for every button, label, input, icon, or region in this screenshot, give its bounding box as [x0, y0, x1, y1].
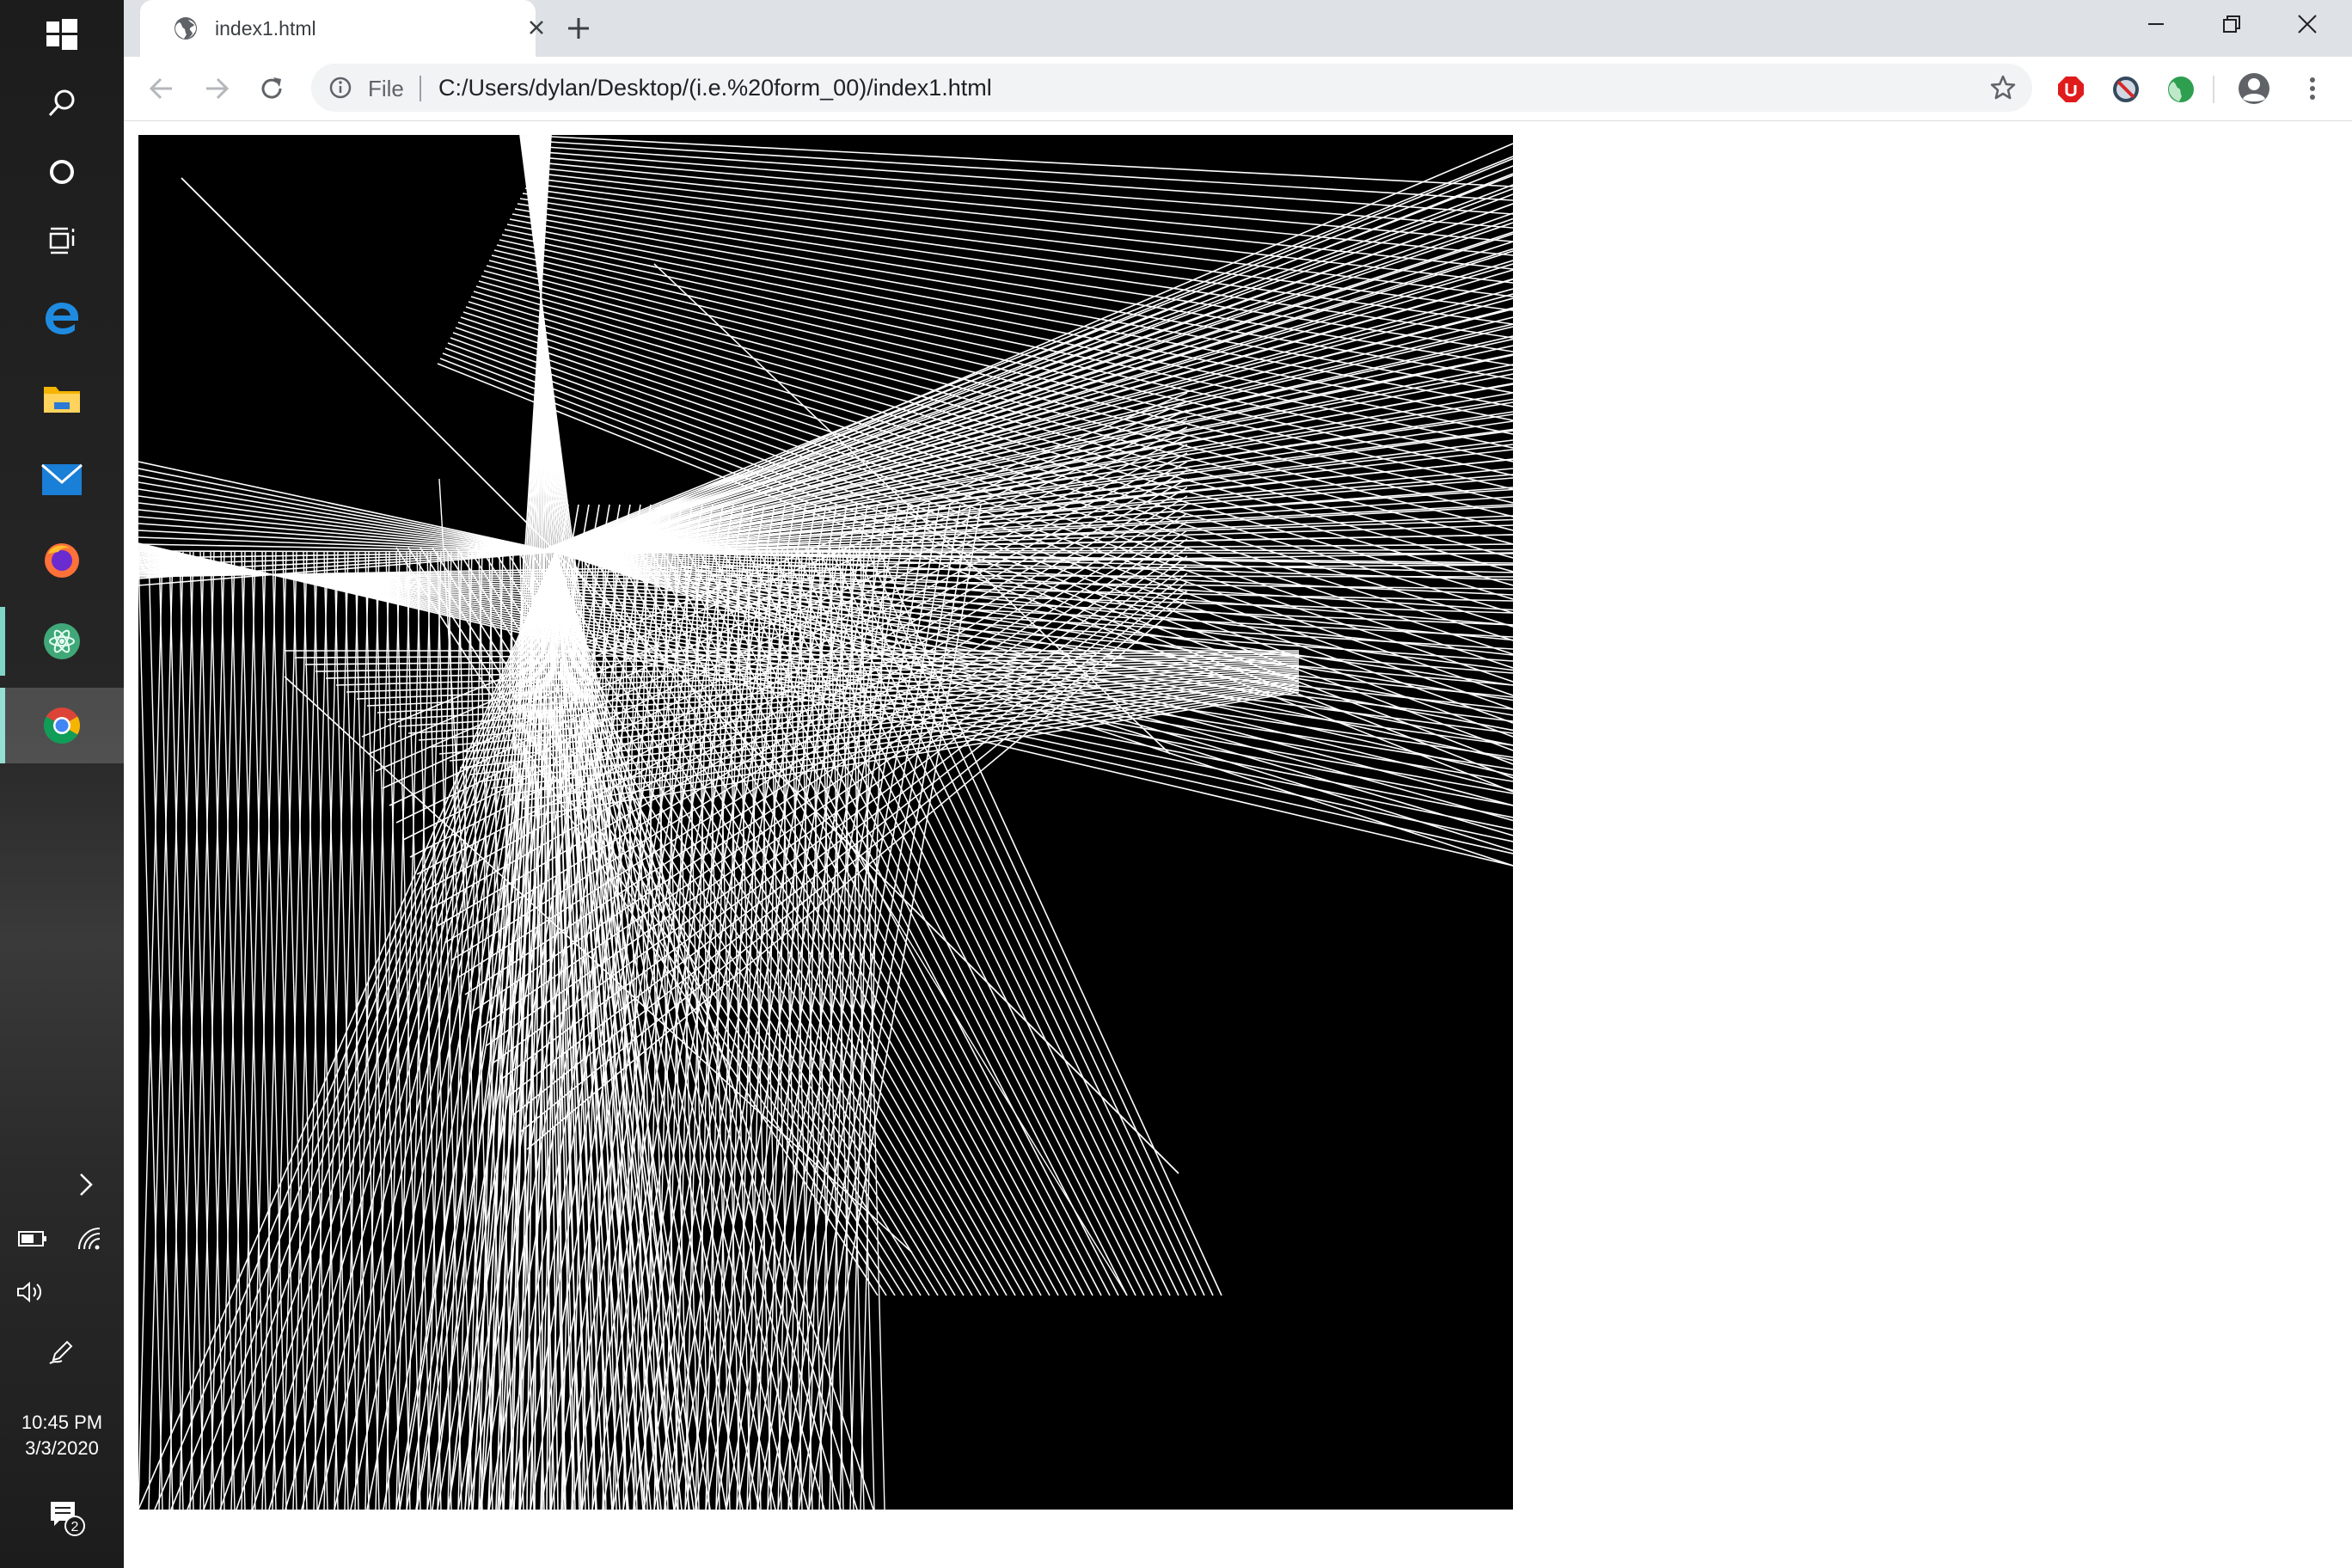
battery-button[interactable] [15, 1226, 50, 1252]
chrome-icon [43, 707, 81, 744]
edge-taskbar-button[interactable] [0, 284, 124, 352]
atom-icon [44, 623, 80, 659]
cortana-icon [50, 160, 74, 184]
adblock-stop-icon [2058, 77, 2084, 102]
file-explorer-taskbar-button[interactable] [0, 364, 124, 433]
chevron-up-icon [80, 1173, 93, 1196]
scheme-label[interactable]: File [368, 76, 404, 102]
tab-index1[interactable]: index1.html [140, 0, 543, 57]
windows-start-button[interactable] [0, 0, 124, 69]
cortana-button[interactable] [0, 138, 124, 206]
back-button[interactable] [143, 70, 181, 107]
volume-button[interactable] [14, 1277, 48, 1307]
close-window-button[interactable] [2269, 0, 2345, 48]
browser-toolbar: File C:/Users/dylan/Desktop/(i.e.%20form… [124, 57, 2352, 121]
clock-date: 3/3/2020 [25, 1437, 99, 1459]
mail-taskbar-button[interactable] [0, 445, 124, 514]
globe-extension-icon [2168, 77, 2194, 102]
show-hidden-icons-button[interactable] [69, 1167, 103, 1202]
blocker-extension-button[interactable] [2110, 73, 2142, 106]
info-icon[interactable] [328, 76, 352, 100]
forward-button[interactable] [198, 70, 236, 107]
address-bar[interactable]: File C:/Users/dylan/Desktop/(i.e.%20form… [311, 64, 2032, 112]
chrome-taskbar-button[interactable] [0, 688, 124, 763]
notification-icon: 2 [51, 1502, 85, 1536]
chrome-menu-button[interactable] [2299, 70, 2326, 107]
reload-icon [261, 77, 282, 99]
plus-icon [568, 18, 589, 39]
toolbar-divider [2213, 76, 2214, 103]
clock-time: 10:45 PM [21, 1412, 103, 1433]
globe-icon [175, 17, 197, 40]
close-window-icon [2298, 15, 2317, 34]
firefox-icon [45, 543, 79, 578]
adblock-extension-button[interactable] [2055, 73, 2087, 106]
mail-icon [41, 463, 83, 495]
page-viewport [124, 121, 2352, 1568]
tab-close-button[interactable] [521, 12, 552, 43]
bookmark-star-icon[interactable] [1989, 74, 2017, 101]
forward-arrow-icon [206, 77, 230, 100]
windows-taskbar: 10:45 PM 3/3/2020 2 [0, 0, 124, 1568]
pen-icon [49, 1340, 73, 1364]
task-view-button[interactable] [0, 206, 124, 275]
search-icon [48, 89, 75, 117]
close-icon [530, 21, 543, 34]
globe-extension-button[interactable] [2165, 73, 2197, 106]
action-center-button[interactable]: 2 [45, 1496, 88, 1539]
atom-taskbar-button[interactable] [0, 607, 124, 676]
generative-art-canvas [138, 135, 1513, 1510]
profile-avatar-icon [2239, 73, 2269, 104]
blocker-icon [2113, 77, 2139, 102]
profile-button[interactable] [2235, 70, 2273, 107]
back-arrow-icon [149, 77, 172, 100]
windows-ink-button[interactable] [45, 1334, 79, 1369]
file-explorer-icon [44, 387, 80, 413]
restore-icon [2223, 15, 2240, 33]
url-text[interactable]: C:/Users/dylan/Desktop/(i.e.%20form_00)/… [438, 75, 992, 101]
omnibox-divider [420, 76, 421, 101]
notification-count: 2 [71, 1520, 79, 1534]
tab-strip: index1.html [124, 0, 2352, 57]
battery-icon [18, 1231, 46, 1246]
minimize-button[interactable] [2118, 0, 2194, 48]
minimize-icon [2148, 23, 2164, 25]
tab-title: index1.html [215, 17, 316, 40]
kebab-menu-icon [2310, 77, 2315, 100]
task-view-icon [49, 227, 75, 254]
search-button[interactable] [0, 69, 124, 138]
wifi-icon [78, 1228, 101, 1250]
windows-start-icon [46, 19, 77, 50]
network-button[interactable] [72, 1224, 107, 1253]
edge-icon [46, 303, 78, 334]
new-tab-button[interactable] [561, 11, 596, 46]
firefox-taskbar-button[interactable] [0, 526, 124, 595]
system-clock[interactable]: 10:45 PM 3/3/2020 [0, 1410, 124, 1461]
restore-button[interactable] [2194, 0, 2269, 48]
reload-button[interactable] [253, 70, 291, 107]
volume-icon [17, 1281, 42, 1303]
